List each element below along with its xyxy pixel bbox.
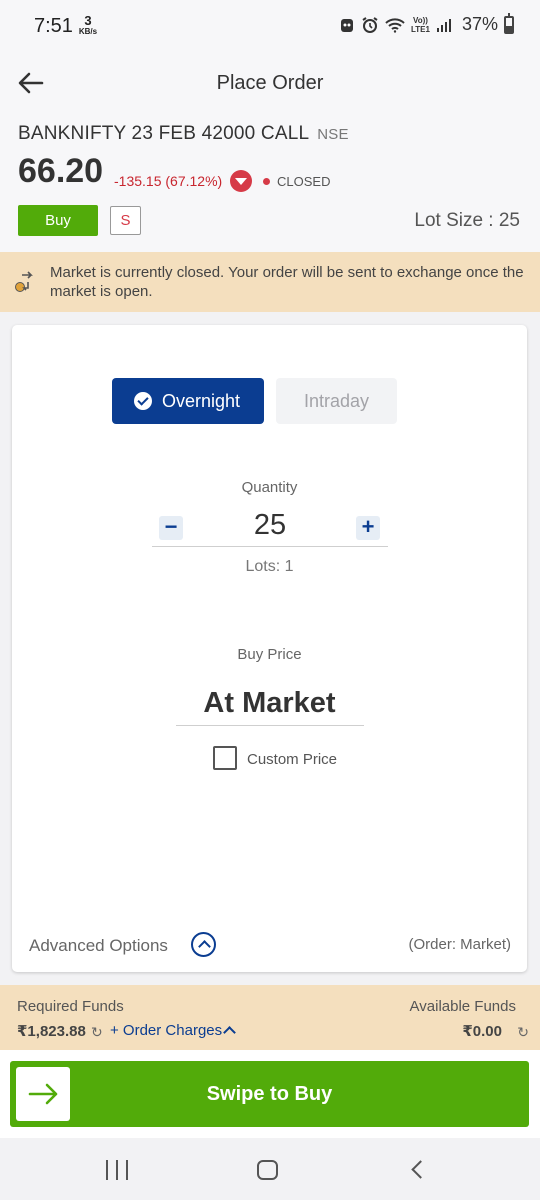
check-icon [134,392,152,410]
recent-apps-icon[interactable] [106,1160,128,1180]
alarm-icon [362,16,378,33]
quantity-increment-button[interactable]: + [356,516,380,540]
product-overnight-label: Overnight [162,391,241,411]
available-funds-value: ₹0.00 [462,1023,502,1040]
swipe-label: Swipe to Buy [206,1083,333,1105]
status-time: 7:51 [34,15,73,37]
quantity-input[interactable]: 25 [152,509,388,542]
network-speed-value: 3 [84,13,92,28]
chevron-up-icon[interactable] [223,1026,236,1039]
market-status: CLOSED [277,174,331,189]
funds-bar: Required Funds ₹1,823.88 ↻ + Order Charg… [0,985,540,1050]
instrument-name: BANKNIFTY 23 FEB 42000 CALL NSE [18,123,349,145]
order-form-card: Overnight Intraday Quantity − 25 + Lots:… [12,325,527,972]
buy-tab[interactable]: Buy [18,205,98,236]
swipe-container: Swipe to Buy [0,1050,540,1138]
product-overnight-button[interactable]: Overnight [112,378,264,424]
banner-message: Market is currently closed. Your order w… [50,264,524,300]
required-funds-value: ₹1,823.88 [17,1023,86,1040]
battery-icon [504,12,514,34]
wifi-icon [385,17,405,33]
quantity-label: Quantity [241,479,298,496]
quantity-underline [152,546,388,547]
market-closed-banner: Market is currently closed. Your order w… [0,252,540,312]
network-type: Vo)) LTE1 [411,16,430,34]
price-change: -135.15 (67.12%) [114,173,223,189]
sell-tab[interactable]: S [110,206,141,235]
exchange-label: NSE [317,126,349,143]
refresh-icon[interactable]: ↻ [91,1024,103,1041]
advanced-options-label[interactable]: Advanced Options [29,936,168,956]
status-bar: 7:51 3 KB/s Vo)) LTE1 37% [0,0,540,52]
battery-percent: 37% [461,14,498,34]
exchange-icon [15,271,33,292]
lots-text: Lots: 1 [245,558,294,575]
notification-icon [341,18,353,32]
order-header: Place Order BANKNIFTY 23 FEB 42000 CALL N… [0,52,540,252]
status-dot [263,178,270,185]
available-funds-label: Available Funds [409,998,516,1015]
order-charges-link[interactable]: + Order Charges [110,1022,222,1039]
order-type-text: (Order: Market) [408,936,511,953]
required-funds-label: Required Funds [17,998,124,1015]
caret-down-icon [230,170,252,192]
network-type-bottom: LTE1 [411,24,430,34]
last-traded-price: 66.20 [18,152,104,190]
network-type-top: Vo)) [413,15,428,25]
signal-icon [436,18,451,32]
custom-price-label[interactable]: Custom Price [247,751,337,768]
status-icons: Vo)) LTE1 37% [339,12,514,35]
refresh-icon[interactable]: ↻ [517,1024,529,1041]
custom-price-checkbox[interactable] [213,746,237,770]
page-title: Place Order [216,72,324,94]
network-speed: 3 KB/s [76,14,100,36]
instrument-symbol: BANKNIFTY 23 FEB 42000 CALL [18,123,310,144]
home-icon[interactable] [257,1160,278,1180]
network-speed-unit: KB/s [78,27,98,36]
product-intraday-button[interactable]: Intraday [276,378,397,424]
chevron-up-icon[interactable] [191,932,216,957]
swipe-to-buy-slider[interactable]: Swipe to Buy [10,1061,529,1127]
price-underline [176,725,364,726]
system-nav-bar [0,1138,540,1200]
nav-back-icon[interactable] [411,1160,430,1179]
price-input[interactable]: At Market [12,687,527,720]
price-label: Buy Price [237,646,302,663]
lot-size: Lot Size : 25 [414,210,520,231]
